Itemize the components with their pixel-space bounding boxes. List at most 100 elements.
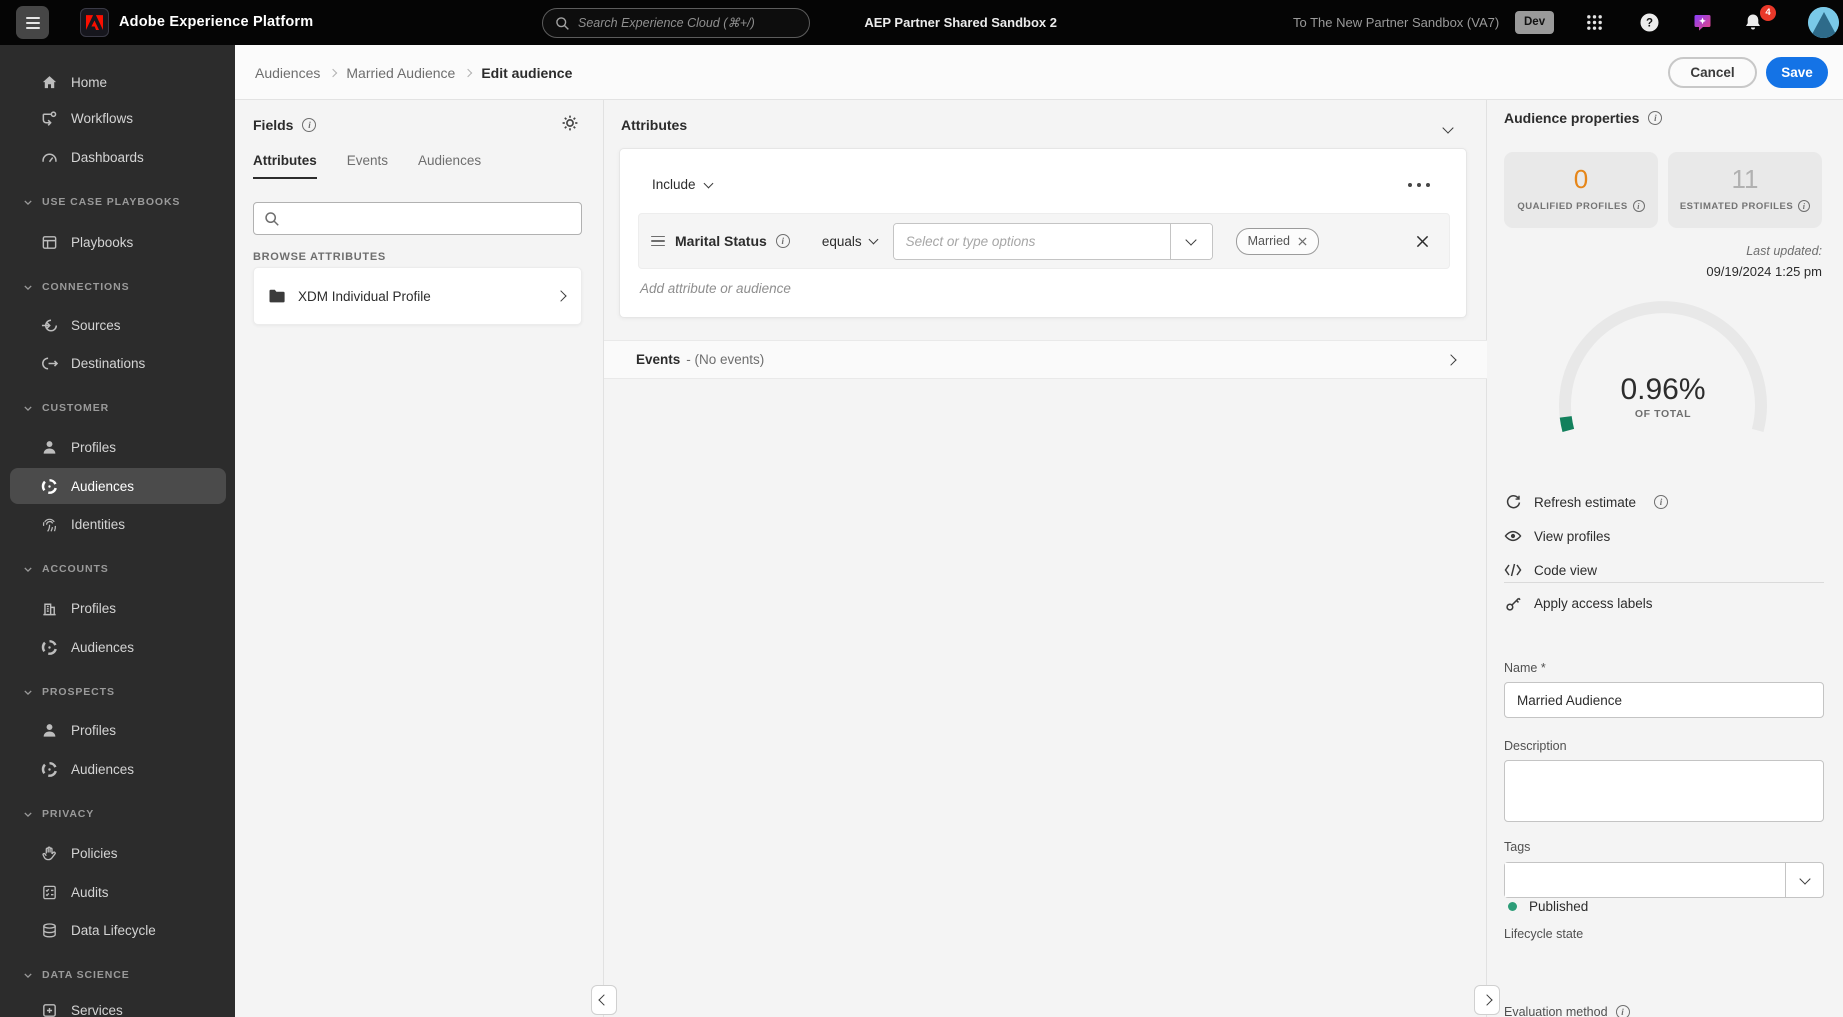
grid-icon [1586,15,1602,30]
user-avatar[interactable] [1808,7,1839,38]
fields-settings-button[interactable] [561,114,579,132]
info-icon[interactable]: i [1654,495,1669,509]
help-icon: ? [1640,13,1658,32]
sidebar-item-audits[interactable]: Audits [10,874,226,910]
attribute-search-input[interactable] [288,211,571,226]
sidebar-item-customer-profiles[interactable]: Profiles [10,429,226,465]
sidebar-section-connections[interactable]: CONNECTIONS [24,279,224,295]
info-icon[interactable]: i [1632,200,1645,212]
sidebar-item-prospect-audiences[interactable]: Audiences [10,751,226,787]
sidebar-section-customer[interactable]: CUSTOMER [24,400,224,416]
operator-dropdown[interactable]: equals [822,234,879,249]
feedback-button[interactable] [1685,0,1719,45]
sidebar-item-dashboards[interactable]: Dashboards [10,139,226,175]
sidebar-item-account-audiences[interactable]: Audiences [10,629,226,665]
destinations-icon [40,354,58,372]
gauge-percent: 0.96% [1620,373,1706,406]
audiences-icon [40,760,58,778]
collapse-fields-panel-button[interactable] [591,985,617,1015]
sidebar-item-customer-audiences[interactable]: Audiences [10,468,226,504]
breadcrumb-separator-icon [329,68,338,78]
hamburger-menu-button[interactable] [16,6,49,39]
cancel-button[interactable]: Cancel [1668,57,1757,88]
info-icon[interactable]: i [1798,200,1811,212]
sidebar-item-account-profiles[interactable]: Profiles [10,590,226,626]
apply-access-labels-label: Apply access labels [1534,595,1653,611]
name-input[interactable] [1504,682,1824,718]
notification-badge: 4 [1760,5,1776,21]
tab-attributes[interactable]: Attributes [253,153,317,179]
description-textarea[interactable] [1504,760,1824,822]
dashboards-icon [40,148,58,166]
drag-handle-icon[interactable] [651,235,665,247]
feedback-icon [1694,15,1710,31]
org-name[interactable]: AEP Partner Shared Sandbox 2 [864,0,1057,45]
more-options-button[interactable] [1404,179,1434,191]
xdm-individual-profile-row[interactable]: XDM Individual Profile [253,267,582,325]
info-icon[interactable]: i [1615,1005,1630,1017]
tab-audiences[interactable]: Audiences [418,153,481,179]
sidebar-section-accounts[interactable]: ACCOUNTS [24,561,224,577]
sidebar-item-data-lifecycle[interactable]: Data Lifecycle [10,912,226,948]
attributes-collapse-button[interactable] [1438,114,1458,141]
svg-text:?: ? [1645,18,1652,30]
apply-access-labels-link[interactable]: Apply access labels [1504,591,1653,615]
sidebar-item-home[interactable]: Home [10,64,226,100]
breadcrumb-married-audience[interactable]: Married Audience [346,65,455,81]
breadcrumb-audiences[interactable]: Audiences [255,65,320,81]
rule-field-name: Marital Status [675,233,767,249]
info-icon[interactable]: i [1648,111,1663,125]
chevron-down-icon [24,404,32,412]
chevron-right-icon [1481,994,1493,1006]
save-button[interactable]: Save [1766,57,1828,88]
sidebar-item-playbooks[interactable]: Playbooks [10,224,226,260]
remove-rule-button[interactable] [1414,233,1431,250]
value-input[interactable] [893,223,1170,259]
events-section-header[interactable]: Events - (No events) [604,340,1487,379]
breadcrumb-separator-icon [464,68,473,78]
chevron-down-icon [24,198,32,206]
value-dropdown-button[interactable] [1169,223,1212,259]
search-icon [556,16,569,30]
sidebar-item-services[interactable]: Services [10,992,226,1017]
remove-tag-icon[interactable] [1298,236,1307,246]
playbooks-icon [40,233,58,251]
status-dot-icon [1508,902,1517,911]
sidebar-section-data-science[interactable]: DATA SCIENCE [24,967,224,983]
bell-icon [1746,14,1760,30]
view-profiles-link[interactable]: View profiles [1504,524,1610,548]
attribute-search[interactable] [253,202,582,235]
selected-value-tag[interactable]: Married [1235,227,1319,255]
global-search-input[interactable] [578,16,797,30]
sandbox-name[interactable]: To The New Partner Sandbox (VA7) [1293,0,1499,45]
sidebar-item-sources[interactable]: Sources [10,307,226,343]
sidebar-section-prospects[interactable]: PROSPECTS [24,684,224,700]
sidebar-item-identities[interactable]: Identities [10,506,226,542]
attributes-section-title: Attributes [621,117,688,133]
adobe-logo[interactable] [80,8,109,37]
include-dropdown[interactable]: Include [652,177,713,192]
sidebar-section-use-case-playbooks[interactable]: USE CASE PLAYBOOKS [24,194,224,210]
app-switcher-button[interactable] [1577,0,1611,45]
tags-input[interactable] [1505,863,1785,897]
sidebar-section-privacy[interactable]: PRIVACY [24,806,224,822]
sidebar-item-destinations[interactable]: Destinations [10,345,226,381]
refresh-estimate-label: Refresh estimate [1534,494,1637,510]
sidebar-item-workflows[interactable]: Workflows [10,100,226,136]
eye-icon [1504,527,1522,545]
divider [1504,582,1824,583]
global-search[interactable] [542,8,810,38]
refresh-estimate-link[interactable]: Refresh estimate i [1504,490,1669,514]
code-view-link[interactable]: Code view [1504,558,1597,582]
help-button[interactable]: ? [1632,0,1666,45]
sidebar-item-prospect-profiles[interactable]: Profiles [10,712,226,748]
add-attribute-hint[interactable]: Add attribute or audience [640,281,791,296]
estimated-profiles-card: 11 ESTIMATED PROFILES i [1668,152,1822,228]
collapse-properties-panel-button[interactable] [1474,985,1500,1015]
tags-dropdown-button[interactable] [1785,863,1823,897]
sidebar-item-policies[interactable]: Policies [10,835,226,871]
folder-label: XDM Individual Profile [298,288,431,304]
info-icon[interactable]: i [775,234,790,248]
tab-events[interactable]: Events [347,153,388,179]
info-icon[interactable]: i [302,118,317,132]
